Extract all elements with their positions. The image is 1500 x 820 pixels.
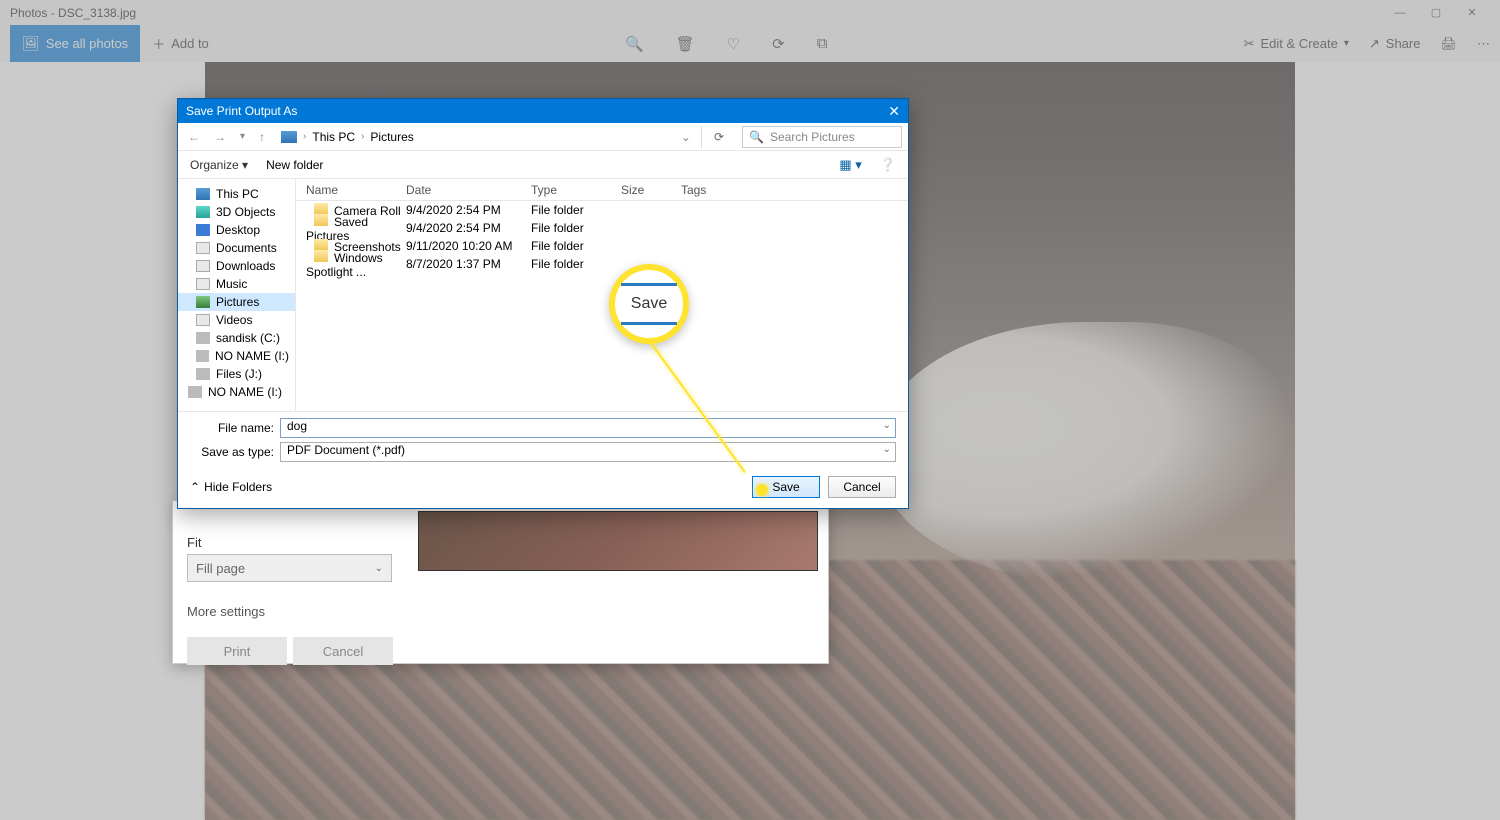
tree-item-desktop[interactable]: Desktop: [178, 221, 295, 239]
folder-icon: [314, 250, 328, 262]
col-name[interactable]: Name: [296, 183, 406, 197]
breadcrumb-root[interactable]: This PC: [312, 130, 355, 144]
callout-dot: [756, 484, 768, 496]
list-item[interactable]: Saved Pictures9/4/2020 2:54 PMFile folde…: [296, 219, 908, 237]
print-preview: [418, 511, 818, 571]
view-options-button[interactable]: ▦ ▾: [839, 157, 861, 173]
dialog-navbar: ← → ▾ ↑ › This PC › Pictures ⌄ ⟳ 🔍 Searc…: [178, 123, 908, 151]
fit-value: Fill page: [196, 561, 245, 576]
breadcrumb-dropdown[interactable]: ⌄: [681, 130, 691, 144]
tree-item-videos[interactable]: Videos: [178, 311, 295, 329]
tree-item-noname-i[interactable]: NO NAME (I:): [178, 383, 295, 401]
chevron-down-icon[interactable]: ⌄: [883, 444, 891, 455]
folder-icon: [314, 214, 328, 226]
magnifier-callout: Save: [609, 264, 689, 344]
savetype-select[interactable]: PDF Document (*.pdf)⌄: [280, 442, 896, 462]
back-button[interactable]: ←: [184, 130, 204, 144]
tree-item-pictures[interactable]: Pictures: [178, 293, 295, 311]
close-dialog-button[interactable]: ✕: [888, 103, 900, 120]
chevron-right-icon: ›: [361, 131, 364, 142]
magnifier-text: Save: [629, 295, 669, 313]
chevron-right-icon: ›: [303, 131, 306, 142]
tree-item-noname-k[interactable]: NO NAME (I:): [178, 347, 295, 365]
file-list: Name Date Type Size Tags Camera Roll9/4/…: [296, 179, 908, 411]
forward-button[interactable]: →: [210, 130, 230, 144]
col-date[interactable]: Date: [406, 183, 531, 197]
tree-item-thispc[interactable]: This PC: [178, 185, 295, 203]
organize-menu[interactable]: Organize ▾: [190, 158, 248, 172]
refresh-button[interactable]: ⟳: [708, 130, 730, 144]
breadcrumb-folder[interactable]: Pictures: [370, 130, 413, 144]
search-icon: 🔍: [749, 130, 764, 144]
chevron-down-icon: ⌄: [375, 563, 383, 574]
col-size[interactable]: Size: [621, 183, 681, 197]
folder-tree[interactable]: This PC 3D Objects Desktop Documents Dow…: [178, 179, 296, 411]
tree-item-documents[interactable]: Documents: [178, 239, 295, 257]
search-input[interactable]: 🔍 Search Pictures: [742, 126, 902, 148]
print-cancel-button[interactable]: Cancel: [293, 637, 393, 665]
chevron-down-icon[interactable]: ⌄: [883, 420, 891, 431]
dialog-toolbar: Organize ▾ New folder ▦ ▾ ❔: [178, 151, 908, 179]
tree-item-music[interactable]: Music: [178, 275, 295, 293]
dialog-bottom: File name: dog⌄ Save as type: PDF Docume…: [178, 411, 908, 508]
hide-folders-button[interactable]: ⌃ Hide Folders: [190, 480, 272, 494]
fit-label: Fit: [187, 535, 397, 550]
tree-item-files-j[interactable]: Files (J:): [178, 365, 295, 383]
new-folder-button[interactable]: New folder: [266, 158, 323, 172]
col-tags[interactable]: Tags: [681, 183, 908, 197]
filename-label: File name:: [190, 421, 280, 435]
more-settings-link[interactable]: More settings: [187, 604, 397, 619]
tree-item-downloads[interactable]: Downloads: [178, 257, 295, 275]
chevron-up-icon: ⌃: [190, 480, 200, 494]
pc-icon: [281, 131, 297, 143]
help-button[interactable]: ❔: [880, 157, 896, 173]
list-item[interactable]: Windows Spotlight ...8/7/2020 1:37 PMFil…: [296, 255, 908, 273]
print-panel: Fit Fill page ⌄ More settings Print Canc…: [172, 500, 829, 664]
save-dialog: Save Print Output As ✕ ← → ▾ ↑ › This PC…: [177, 98, 909, 509]
col-type[interactable]: Type: [531, 183, 621, 197]
print-button[interactable]: Print: [187, 637, 287, 665]
dialog-titlebar: Save Print Output As ✕: [178, 99, 908, 123]
list-header[interactable]: Name Date Type Size Tags: [296, 179, 908, 201]
breadcrumb[interactable]: › This PC › Pictures: [275, 126, 675, 148]
up-button[interactable]: ↑: [255, 130, 269, 144]
tree-item-sandisk[interactable]: sandisk (C:): [178, 329, 295, 347]
dialog-title: Save Print Output As: [186, 104, 297, 118]
filename-input[interactable]: dog⌄: [280, 418, 896, 438]
fit-select[interactable]: Fill page ⌄: [187, 554, 392, 582]
savetype-label: Save as type:: [190, 445, 280, 459]
search-placeholder: Search Pictures: [770, 130, 855, 144]
tree-item-3d[interactable]: 3D Objects: [178, 203, 295, 221]
recent-locations-button[interactable]: ▾: [236, 131, 249, 142]
cancel-button[interactable]: Cancel: [828, 476, 896, 498]
